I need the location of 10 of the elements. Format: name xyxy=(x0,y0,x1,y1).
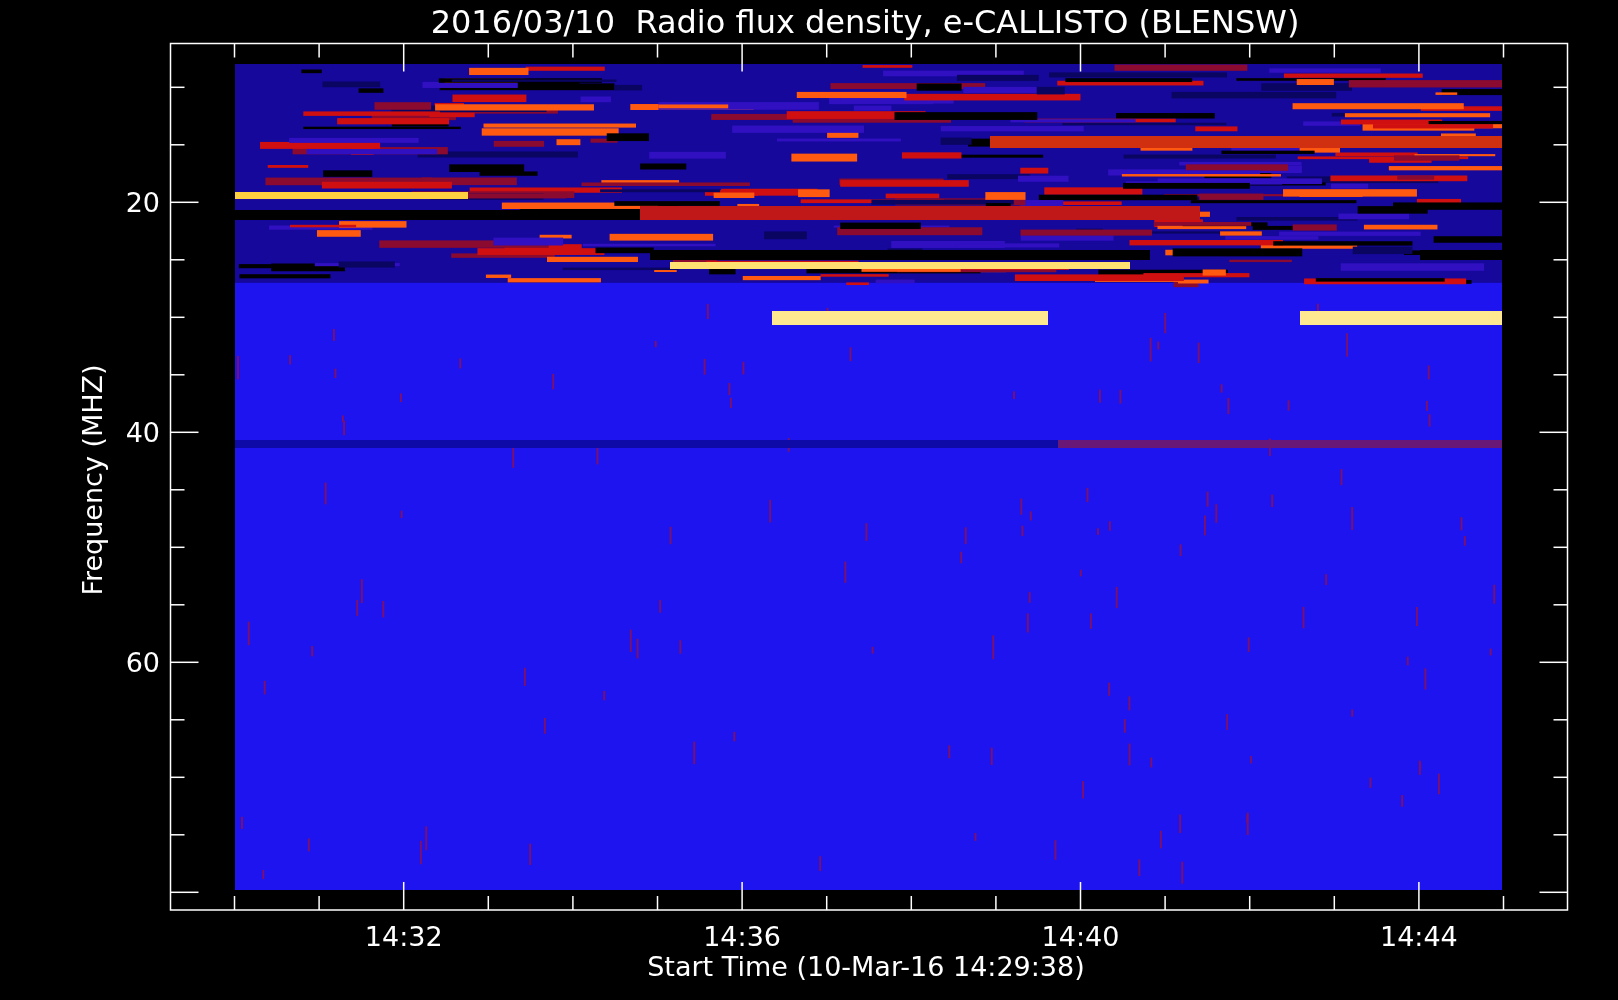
x-tick-label: 14:40 xyxy=(1041,921,1120,952)
y-tick-label: 20 xyxy=(125,187,160,219)
x-tick-label: 14:32 xyxy=(364,921,443,952)
x-tick-label: 14:44 xyxy=(1380,921,1458,952)
x-tick-label: 14:36 xyxy=(703,921,781,952)
y-tick-label: 60 xyxy=(125,647,160,679)
x-axis-label: Start Time (10-Mar-16 14:29:38) xyxy=(647,951,1085,982)
y-axis-label: Frequency (MHZ) xyxy=(77,364,108,596)
chart-title: 2016/03/10 Radio flux density, e-CALLISTO (BLENSW) xyxy=(430,3,1300,41)
y-tick-label: 40 xyxy=(125,417,160,449)
